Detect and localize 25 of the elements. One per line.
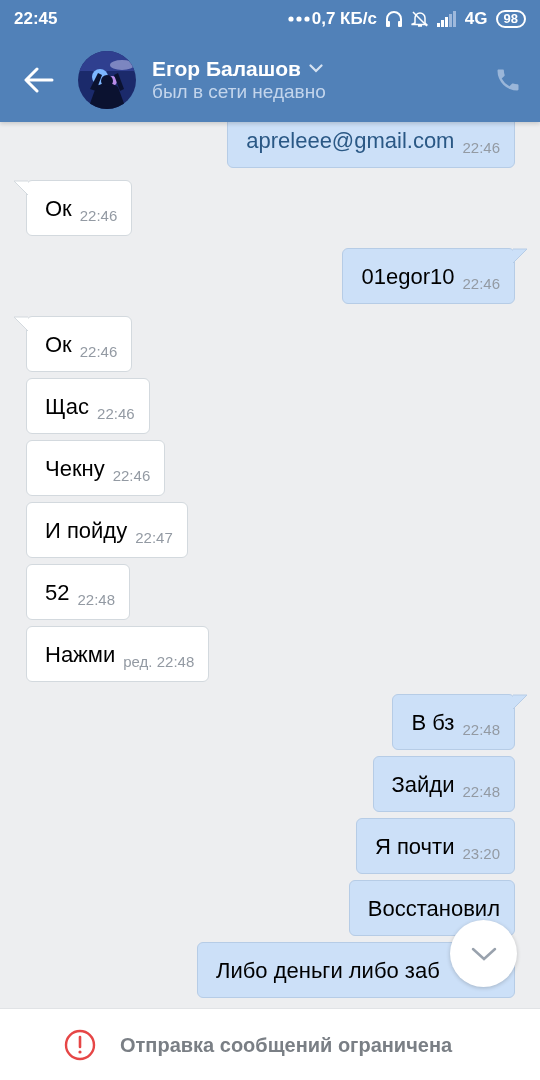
email-link[interactable]: apreleee@gmail.com — [246, 123, 455, 157]
muted-bell-icon — [410, 10, 429, 28]
headphones-icon — [384, 10, 403, 28]
received-message: Нажми ред. 22:48 — [26, 626, 210, 682]
received-message: Щас 22:46 — [26, 378, 150, 434]
received-message: Чекну 22:46 — [26, 440, 166, 496]
network-speed: 0,7 КБ/с — [311, 8, 377, 31]
sent-message: Зайди 22:48 — [372, 756, 515, 812]
received-message: 52 22:48 — [26, 564, 131, 620]
chevron-down-icon — [470, 946, 497, 961]
battery-indicator: 98 — [495, 10, 526, 28]
sent-message: apreleee@gmail.com 22:46 — [227, 122, 515, 168]
network-type: 4G — [464, 8, 488, 31]
restriction-notice: Отправка сообщений ограничена — [120, 1032, 453, 1058]
back-arrow-icon — [24, 67, 54, 93]
signal-icon — [436, 11, 457, 27]
clock-time: 22:45 — [14, 8, 58, 31]
back-button[interactable] — [24, 67, 54, 93]
last-seen-status: был в сети недавно — [152, 81, 326, 104]
dots-icon — [287, 16, 310, 22]
chevron-down-icon[interactable] — [309, 64, 323, 74]
warning-icon — [64, 1028, 96, 1061]
contact-name[interactable]: Егор Балашов — [152, 56, 301, 82]
sent-message: Я почти 23:20 — [355, 818, 515, 874]
received-message: И пойду 22:47 — [26, 502, 188, 558]
